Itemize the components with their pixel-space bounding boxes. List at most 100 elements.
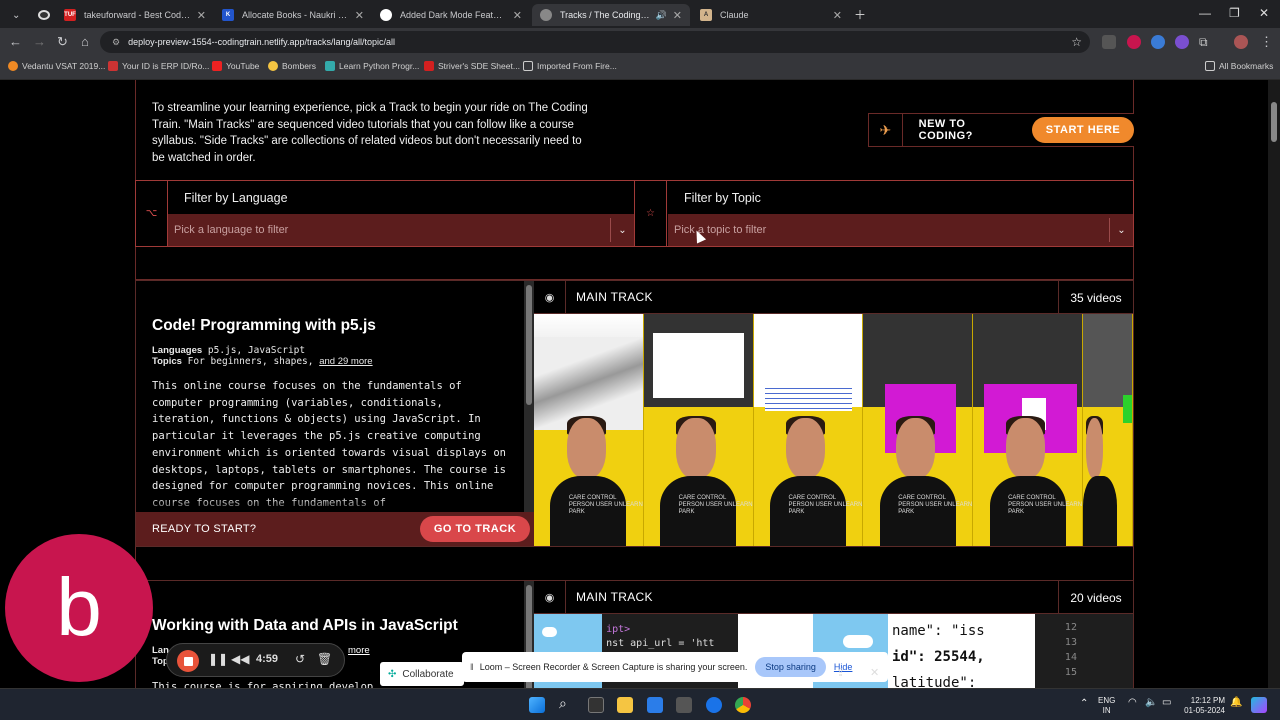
bookmark-item[interactable]: Bombers <box>268 61 316 71</box>
video-thumbnails[interactable]: CARE CONTROL PERSON USER UNLEARN PARK CA… <box>534 314 1133 546</box>
extension-icon[interactable] <box>1175 35 1189 49</box>
topic-filter-heading: Filter by Topic <box>684 190 761 205</box>
stop-recording-button[interactable] <box>177 650 199 672</box>
video-thumbnail[interactable] <box>1083 314 1133 546</box>
new-tab-icon[interactable]: ＋ <box>854 6 866 23</box>
train-icon <box>540 9 552 21</box>
trash-icon[interactable]: 🗑 <box>317 652 332 666</box>
pause-icon[interactable]: ❚❚ <box>208 652 228 666</box>
video-thumbnail[interactable]: CARE CONTROL PERSON USER UNLEARN PARK <box>534 314 644 546</box>
tray-chevron-icon[interactable]: ⌃ <box>1080 699 1088 709</box>
edge-icon[interactable] <box>706 697 722 713</box>
bookmark-star-icon[interactable]: ☆ <box>1071 35 1082 49</box>
video-thumbnail[interactable]: CARE CONTROL PERSON USER UNLEARN PARK <box>863 314 974 546</box>
language-indicator[interactable]: ENG IN <box>1098 696 1115 716</box>
collaborate-button[interactable]: ✣ Collaborate <box>380 662 464 686</box>
store-icon[interactable] <box>676 697 692 713</box>
loom-camera-bubble[interactable]: b <box>5 534 153 682</box>
code-line: ipt> <box>606 624 631 635</box>
video-thumbnail[interactable]: CARE CONTROL PERSON USER UNLEARN PARK <box>753 314 864 546</box>
maximize-icon[interactable]: ❐ <box>1229 6 1240 20</box>
close-icon[interactable]: ✕ <box>197 9 206 22</box>
language-filter-select[interactable]: Pick a language to filter ⌄ <box>168 214 634 246</box>
home-icon[interactable]: ⌂ <box>81 34 89 49</box>
tab-naukri[interactable]: K Allocate Books - Naukri Code 3 ✕ <box>214 4 372 26</box>
page-scrollbar[interactable] <box>1268 80 1280 688</box>
bookmark-folder[interactable]: Imported From Fire... <box>523 61 617 71</box>
bookmark-item[interactable]: Striver's SDE Sheet... <box>424 61 520 71</box>
tab-github[interactable]: Added Dark Mode Feature to th ✕ <box>372 4 530 26</box>
speaker-icon[interactable]: 🔊 <box>656 10 667 21</box>
new-to-coding-label: NEW TO CODING? <box>918 118 973 142</box>
share-message: Loom – Screen Recorder & Screen Capture … <box>479 662 748 672</box>
track-title[interactable]: Code! Programming with p5.js <box>152 317 376 335</box>
stop-icon <box>183 656 193 666</box>
close-icon[interactable]: ✕ <box>673 9 682 22</box>
scrollbar-thumb[interactable] <box>1271 102 1277 142</box>
close-icon[interactable]: ✕ <box>355 9 364 22</box>
menu-icon[interactable]: ⋮ <box>1260 34 1273 50</box>
close-icon[interactable]: ✕ <box>870 666 879 679</box>
loom-extension-icon[interactable] <box>1127 35 1141 49</box>
close-icon[interactable]: ✕ <box>833 9 842 22</box>
track-card: Code! Programming with p5.js Languages p… <box>135 280 1134 547</box>
avatar[interactable] <box>1234 35 1248 49</box>
start-menu-icon[interactable] <box>529 697 545 713</box>
video-thumbnail[interactable]: CARE CONTROL PERSON USER UNLEARN PARK <box>973 314 1084 546</box>
topic-filter-placeholder: Pick a topic to filter <box>674 224 767 236</box>
minimize-icon[interactable]: — <box>1199 6 1211 20</box>
stop-sharing-button[interactable]: Stop sharing <box>755 657 826 677</box>
puzzle-icon[interactable]: ⧉ <box>1199 35 1213 49</box>
tab-recording[interactable] <box>30 4 52 26</box>
video-thumbnail[interactable]: name": "iss id": 25544, latitude": <box>887 614 1035 688</box>
video-thumbnail[interactable]: CARE CONTROL PERSON USER UNLEARN PARK <box>643 314 754 546</box>
go-to-track-button[interactable]: GO TO TRACK <box>420 516 530 542</box>
close-window-icon[interactable]: ✕ <box>1259 6 1269 20</box>
url-input[interactable]: ⚙ deploy-preview-1554--codingtrain.netli… <box>100 31 1090 53</box>
drag-handle-icon[interactable]: ‖ <box>470 662 474 672</box>
bookmark-item[interactable]: Your ID is ERP ID/Ro... <box>108 61 209 71</box>
extension-icon[interactable] <box>1102 35 1116 49</box>
start-here-button[interactable]: START HERE <box>1032 117 1134 143</box>
file-explorer-icon[interactable] <box>617 697 633 713</box>
battery-icon[interactable]: ▭ <box>1162 698 1171 708</box>
clock[interactable]: 12:12 PM 01-05-2024 <box>1183 696 1225 716</box>
language-filter-placeholder: Pick a language to filter <box>174 224 289 236</box>
scrollbar-thumb[interactable] <box>526 285 532 405</box>
restart-icon[interactable]: ↺ <box>295 652 305 666</box>
more-topics-link[interactable]: and 29 more <box>319 356 372 367</box>
track-title[interactable]: Working with Data and APIs in JavaScript <box>152 617 458 635</box>
reload-icon[interactable]: ↻ <box>57 34 68 50</box>
tab-claude[interactable]: A Claude ✕ <box>692 4 850 26</box>
bookmark-item[interactable]: Learn Python Progr... <box>325 61 419 71</box>
tab-coding-train[interactable]: Tracks / The Coding Train 🔊 ✕ <box>532 4 690 26</box>
topic-filter-select[interactable]: Pick a topic to filter ⌄ <box>668 214 1133 246</box>
site-info-icon[interactable]: ⚙ <box>112 37 120 48</box>
bookmark-item[interactable]: YouTube <box>212 61 259 71</box>
more-topics-link[interactable]: more <box>348 645 370 656</box>
extension-icon[interactable] <box>1151 35 1165 49</box>
video-thumbnail[interactable]: 12 13 14 15 <box>1034 614 1133 688</box>
tab-takeuforward[interactable]: TUF takeuforward - Best Coding Tu ✕ <box>56 4 214 26</box>
forward-icon[interactable]: → <box>33 34 46 49</box>
close-icon[interactable]: ✕ <box>513 9 522 22</box>
notification-icon[interactable]: 🔔 <box>1230 698 1242 708</box>
windows-taskbar: ⌕ ⌃ ENG IN ◠ 🔈 ▭ 12:12 PM 01-05-2024 🔔 <box>0 688 1280 720</box>
tab-list-button[interactable]: ⌄ <box>4 4 26 26</box>
terminal-icon[interactable] <box>588 697 604 713</box>
chevron-down-icon[interactable]: ⌄ <box>1109 218 1133 242</box>
chevron-down-icon[interactable]: ⌄ <box>610 218 634 242</box>
rewind-icon[interactable]: ◀◀ <box>231 652 249 666</box>
wifi-icon[interactable]: ◠ <box>1128 698 1137 708</box>
bookmark-item[interactable]: Vedantu VSAT 2019... <box>8 61 105 71</box>
share-icon[interactable]: ⇪ <box>836 666 845 679</box>
volume-icon[interactable]: 🔈 <box>1145 698 1157 708</box>
search-icon[interactable]: ⌕ <box>559 695 575 711</box>
all-bookmarks[interactable]: All Bookmarks <box>1205 61 1273 71</box>
back-icon[interactable]: ← <box>9 34 22 49</box>
tab-title: Added Dark Mode Feature to th <box>400 10 507 20</box>
chrome-icon[interactable] <box>735 697 751 713</box>
copilot-icon[interactable] <box>1251 697 1267 713</box>
todo-icon[interactable] <box>647 697 663 713</box>
star-icon: ☆ <box>635 181 667 246</box>
